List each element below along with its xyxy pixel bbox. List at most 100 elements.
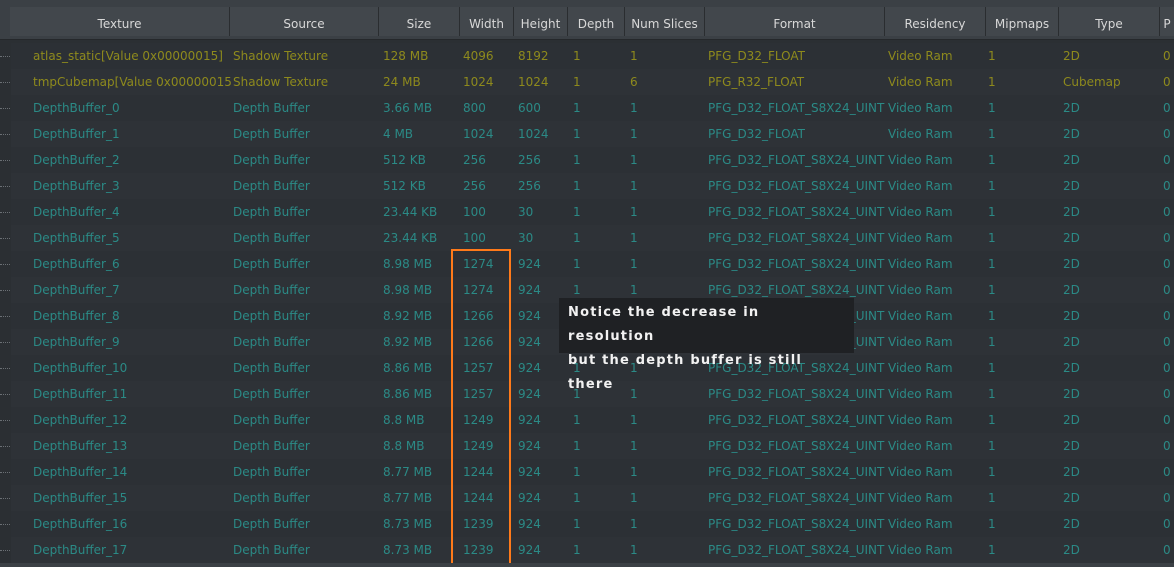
cell-num-slices: 1	[630, 543, 638, 557]
cell-height: 924	[518, 387, 541, 401]
cell-source: Depth Buffer	[233, 101, 310, 115]
column-header-p[interactable]: P	[1160, 7, 1174, 36]
column-header-type[interactable]: Type	[1059, 7, 1160, 36]
cell-height: 1024	[518, 127, 549, 141]
tree-branch-line	[0, 524, 10, 525]
cell-source: Depth Buffer	[233, 309, 310, 323]
cell-mipmaps: 1	[988, 153, 996, 167]
cell-height: 924	[518, 465, 541, 479]
tree-branch-line	[0, 186, 10, 187]
cell-num-slices: 1	[630, 231, 638, 245]
cell-texture: DepthBuffer_14	[33, 465, 128, 479]
cell-size: 24 MB	[383, 75, 421, 89]
table-row[interactable]: DepthBuffer_13 Depth Buffer 8.8 MB 1249 924 1…	[0, 433, 1174, 460]
table-row[interactable]: DepthBuffer_0 Depth Buffer 3.66 MB 800 600 1 1…	[0, 95, 1174, 122]
tree-branch-line	[0, 290, 10, 291]
table-row[interactable]: DepthBuffer_5 Depth Buffer 23.44 KB 100 30 1 1…	[0, 225, 1174, 252]
cell-type: 2D	[1063, 49, 1080, 63]
cell-type: 2D	[1063, 465, 1080, 479]
cell-height: 30	[518, 205, 534, 219]
table-header: Texture Source Size Width Height Depth N…	[0, 0, 1174, 40]
cell-mipmaps: 1	[988, 283, 996, 297]
cell-mipmaps: 1	[988, 205, 996, 219]
column-header-residency[interactable]: Residency	[885, 7, 986, 36]
cell-texture: tmpCubemap[Value 0x00000015]	[33, 75, 233, 89]
cell-format: PFG_D32_FLOAT_S8X24_UINT	[708, 517, 885, 531]
table-row[interactable]: tmpCubemap[Value 0x00000015] Shadow Textu…	[0, 69, 1174, 96]
table-row[interactable]: DepthBuffer_12 Depth Buffer 8.8 MB 1249 924 1…	[0, 407, 1174, 434]
table-row[interactable]: DepthBuffer_1 Depth Buffer 4 MB 1024 1024 1 1 P…	[0, 121, 1174, 148]
cell-height: 256	[518, 179, 541, 193]
column-header-texture[interactable]: Texture	[10, 7, 230, 36]
column-header-depth[interactable]: Depth	[568, 7, 625, 36]
tree-branch-line	[0, 160, 10, 161]
column-header-size[interactable]: Size	[379, 7, 460, 36]
cell-depth: 1	[573, 439, 581, 453]
column-header-height[interactable]: Height	[514, 7, 568, 36]
cell-source: Depth Buffer	[233, 387, 310, 401]
annotation-tooltip: Notice the decrease in resolution but th…	[559, 298, 854, 392]
cell-texture: DepthBuffer_8	[33, 309, 120, 323]
cell-source: Depth Buffer	[233, 127, 310, 141]
cell-format: PFG_D32_FLOAT_S8X24_UINT	[708, 257, 885, 271]
cell-depth: 1	[573, 543, 581, 557]
cell-p: 0	[1163, 257, 1171, 271]
cell-format: PFG_D32_FLOAT_S8X24_UINT	[708, 491, 885, 505]
cell-mipmaps: 1	[988, 179, 996, 193]
cell-residency: Video Ram	[888, 491, 953, 505]
cell-num-slices: 1	[630, 49, 638, 63]
column-header-width[interactable]: Width	[460, 7, 514, 36]
cell-format: PFG_D32_FLOAT	[708, 127, 805, 141]
cell-residency: Video Ram	[888, 387, 953, 401]
column-header-format[interactable]: Format	[705, 7, 885, 36]
cell-residency: Video Ram	[888, 309, 953, 323]
cell-texture: DepthBuffer_5	[33, 231, 120, 245]
cell-type: 2D	[1063, 257, 1080, 271]
cell-source: Depth Buffer	[233, 439, 310, 453]
cell-format: PFG_D32_FLOAT_S8X24_UINT	[708, 413, 885, 427]
cell-height: 30	[518, 231, 534, 245]
cell-width: 1024	[463, 75, 494, 89]
cell-p: 0	[1163, 387, 1171, 401]
cell-depth: 1	[573, 257, 581, 271]
cell-texture: DepthBuffer_16	[33, 517, 128, 531]
cell-residency: Video Ram	[888, 205, 953, 219]
cell-residency: Video Ram	[888, 101, 953, 115]
table-row[interactable]: DepthBuffer_14 Depth Buffer 8.77 MB 1244 924…	[0, 459, 1174, 486]
table-row[interactable]: DepthBuffer_16 Depth Buffer 8.73 MB 1239 924…	[0, 511, 1174, 538]
cell-residency: Video Ram	[888, 465, 953, 479]
cell-width: 256	[463, 179, 486, 193]
cell-depth: 1	[573, 465, 581, 479]
column-header-num-slices[interactable]: Num Slices	[625, 7, 705, 36]
table-row[interactable]: DepthBuffer_3 Depth Buffer 512 KB 256 256 1 1 P…	[0, 173, 1174, 200]
cell-mipmaps: 1	[988, 75, 996, 89]
cell-mipmaps: 1	[988, 491, 996, 505]
cell-source: Depth Buffer	[233, 465, 310, 479]
table-row[interactable]: DepthBuffer_4 Depth Buffer 23.44 KB 100 30 1 1…	[0, 199, 1174, 226]
cell-type: 2D	[1063, 439, 1080, 453]
table-row[interactable]: atlas_static[Value 0x00000015] Shadow Tex…	[0, 43, 1174, 70]
cell-residency: Video Ram	[888, 231, 953, 245]
table-row[interactable]: DepthBuffer_2 Depth Buffer 512 KB 256 256 1 1 P…	[0, 147, 1174, 174]
column-header-mipmaps[interactable]: Mipmaps	[986, 7, 1059, 36]
cell-format: PFG_D32_FLOAT_S8X24_UINT	[708, 439, 885, 453]
table-row[interactable]: DepthBuffer_17 Depth Buffer 8.73 MB 1239 924…	[0, 537, 1174, 564]
cell-format: PFG_R32_FLOAT	[708, 75, 805, 89]
table-row[interactable]: DepthBuffer_15 Depth Buffer 8.77 MB 1244 924…	[0, 485, 1174, 512]
cell-texture: DepthBuffer_15	[33, 491, 128, 505]
cell-depth: 1	[573, 49, 581, 63]
cell-p: 0	[1163, 283, 1171, 297]
column-header-source[interactable]: Source	[230, 7, 379, 36]
cell-format: PFG_D32_FLOAT_S8X24_UINT	[708, 153, 885, 167]
cell-size: 3.66 MB	[383, 101, 433, 115]
cell-height: 924	[518, 517, 541, 531]
horizontal-scrollbar[interactable]	[0, 563, 1174, 567]
table-row[interactable]: DepthBuffer_6 Depth Buffer 8.98 MB 1274 924 1…	[0, 251, 1174, 278]
cell-residency: Video Ram	[888, 49, 953, 63]
cell-p: 0	[1163, 309, 1171, 323]
width-column-highlight	[451, 249, 511, 567]
cell-p: 0	[1163, 49, 1171, 63]
cell-width: 256	[463, 153, 486, 167]
cell-depth: 1	[573, 127, 581, 141]
cell-source: Depth Buffer	[233, 205, 310, 219]
